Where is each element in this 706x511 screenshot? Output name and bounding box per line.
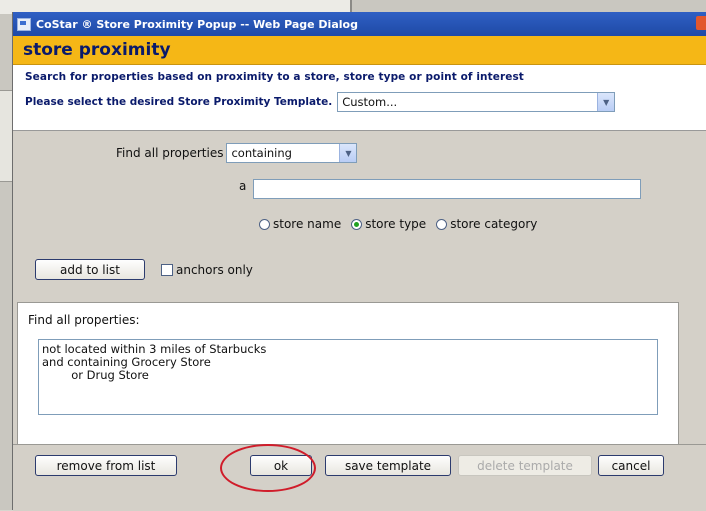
- intro-section: Search for properties based on proximity…: [13, 65, 706, 131]
- dialog-titlebar: CoStar ® Store Proximity Popup -- Web Pa…: [13, 12, 706, 36]
- radio-button[interactable]: [436, 218, 448, 230]
- radio-button[interactable]: [259, 218, 270, 230]
- template-row: Please select the desired Store Proximit…: [25, 92, 696, 112]
- criteria-list[interactable]: not located within 3 miles of Starbucks …: [38, 339, 658, 415]
- radio-store-name[interactable]: store name: [259, 217, 341, 231]
- cancel-button[interactable]: cancel: [598, 455, 664, 476]
- button-bar: remove from list ok save template delete…: [13, 444, 706, 511]
- header-bar: store proximity: [13, 36, 706, 65]
- save-template-button[interactable]: save template: [325, 455, 451, 476]
- add-to-list-button[interactable]: add to list: [35, 259, 145, 280]
- list-item[interactable]: or Drug Store: [42, 369, 654, 382]
- page-title: store proximity: [23, 40, 171, 60]
- condition-select-value: containing: [231, 146, 292, 160]
- highlight-ellipse: [220, 444, 316, 492]
- find-label: Find all properties: [116, 146, 224, 160]
- chevron-down-icon[interactable]: ▼: [339, 144, 357, 162]
- condition-select[interactable]: containing ▼: [226, 143, 358, 163]
- search-text-input[interactable]: [253, 179, 641, 199]
- radio-store-category[interactable]: store category: [436, 217, 537, 231]
- chevron-down-icon[interactable]: ▼: [597, 93, 615, 111]
- delete-template-button: delete template: [458, 455, 592, 476]
- intro-description: Search for properties based on proximity…: [25, 71, 524, 83]
- bullet-label: a: [239, 179, 247, 193]
- close-icon[interactable]: [696, 16, 706, 30]
- add-row: add to list anchors only: [35, 259, 253, 280]
- radio-store-type[interactable]: store type: [351, 217, 426, 231]
- template-select-value: Custom...: [342, 95, 398, 109]
- properties-title: Find all properties:: [28, 313, 140, 327]
- store-proximity-dialog: CoStar ® Store Proximity Popup -- Web Pa…: [12, 12, 706, 511]
- template-select[interactable]: Custom... ▼: [337, 92, 616, 112]
- template-label: Please select the desired Store Proximit…: [25, 96, 333, 108]
- find-row: Find all properties containing ▼: [116, 143, 358, 163]
- radio-label: store category: [450, 217, 538, 231]
- button-group: remove from list ok save template delete…: [35, 455, 675, 479]
- search-type-radios: store name store type store category: [259, 217, 547, 231]
- radio-label: store name: [273, 217, 342, 231]
- properties-panel: Find all properties: not located within …: [17, 302, 679, 452]
- window-title: CoStar ® Store Proximity Popup -- Web Pa…: [36, 17, 358, 31]
- remove-from-list-button[interactable]: remove from list: [35, 455, 177, 476]
- anchors-only-checkbox[interactable]: [161, 263, 173, 276]
- radio-button-selected[interactable]: [351, 218, 363, 230]
- radio-label: store type: [365, 217, 427, 231]
- anchors-only-label: anchors only: [176, 262, 253, 277]
- window-icon: [17, 17, 31, 31]
